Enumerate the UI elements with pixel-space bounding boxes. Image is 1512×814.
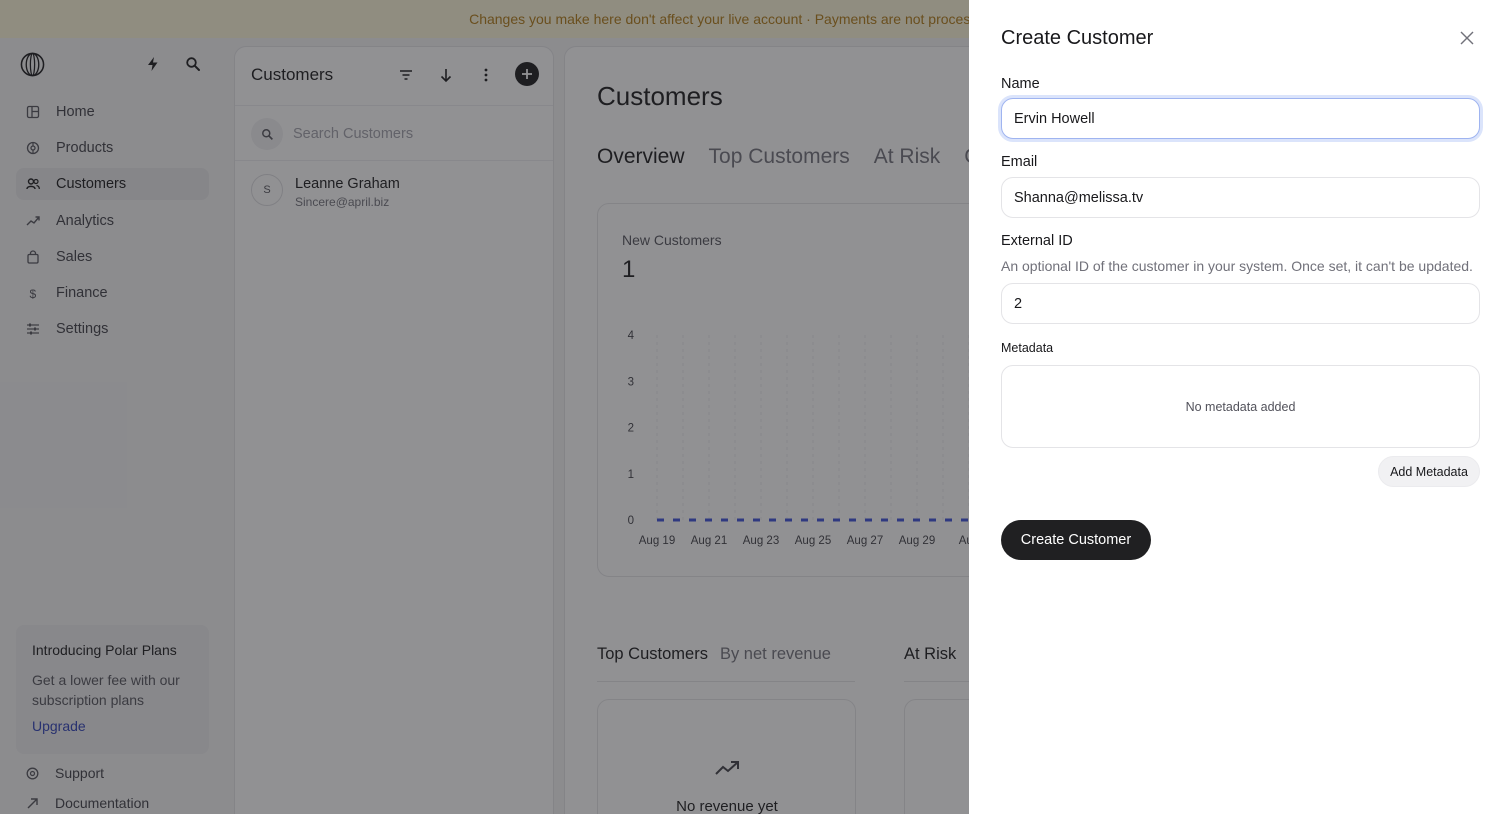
metadata-box: No metadata added	[1001, 365, 1480, 448]
drawer-title: Create Customer	[1001, 27, 1154, 49]
email-label: Email	[1001, 154, 1038, 170]
name-field[interactable]	[1001, 98, 1480, 139]
metadata-label: Metadata	[1001, 341, 1054, 355]
external-id-label: External ID	[1001, 233, 1073, 249]
create-customer-drawer: Create Customer Name Email External ID A…	[969, 0, 1512, 814]
modal-overlay[interactable]	[0, 0, 969, 814]
add-metadata-button[interactable]: Add Metadata	[1378, 456, 1480, 487]
email-field[interactable]	[1001, 177, 1480, 218]
external-id-help: An optional ID of the customer in your s…	[1001, 258, 1473, 274]
external-id-field[interactable]	[1001, 283, 1480, 324]
metadata-empty-text: No metadata added	[1185, 399, 1296, 414]
create-customer-button[interactable]: Create Customer	[1001, 520, 1151, 560]
name-label: Name	[1001, 76, 1040, 92]
close-icon[interactable]	[1459, 30, 1475, 46]
